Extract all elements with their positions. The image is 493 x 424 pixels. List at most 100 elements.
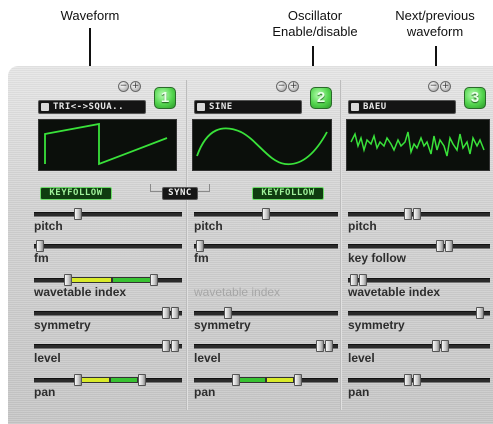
param-label-pitch-3: pitch	[348, 219, 377, 233]
column-divider-1	[186, 80, 188, 410]
waveform-led-3	[351, 103, 359, 111]
slider-pitch-1[interactable]	[34, 208, 182, 220]
param-label-fm-2: fm	[194, 251, 209, 265]
slider-knob-wavetable-hi-1[interactable]	[150, 274, 158, 286]
range-pan-yellow-1	[80, 377, 110, 383]
range-pan-green-2a	[238, 377, 266, 383]
slider-knob-pan-lo-1[interactable]	[74, 374, 82, 386]
param-label-wavetable-index-3: wavetable index	[348, 285, 441, 299]
param-label-key-follow-3: key follow	[348, 251, 407, 265]
waveform-trace-1	[44, 122, 168, 166]
slider-knob-pan-3b[interactable]	[413, 374, 421, 386]
callout-oscillator-enable: Oscillator Enable/disable	[255, 8, 375, 40]
slider-knob-pitch-3a[interactable]	[404, 208, 412, 220]
slider-wavetable-index-1[interactable]	[34, 274, 182, 286]
waveform-trace-3	[350, 131, 485, 157]
next-waveform-button-2[interactable]: +	[288, 81, 299, 92]
slider-pitch-3[interactable]	[348, 208, 490, 220]
param-label-wavetable-index-2: wavetable index	[194, 285, 281, 299]
param-label-fm-1: fm	[34, 251, 49, 265]
slider-knob-symmetry-3[interactable]	[476, 307, 484, 319]
oscillator-enable-button-1[interactable]: 1	[154, 87, 176, 109]
slider-symmetry-3[interactable]	[348, 307, 490, 319]
param-label-wavetable-index-1: wavetable index	[34, 285, 127, 299]
waveform-led-2	[197, 103, 205, 111]
range-pan-yellow-2	[266, 377, 294, 383]
slider-knob-pitch-1[interactable]	[74, 208, 82, 220]
param-label-symmetry-2: symmetry	[194, 318, 251, 332]
slider-knob-level-1a[interactable]	[162, 340, 170, 352]
slider-level-1[interactable]	[34, 340, 182, 352]
waveform-name-1: TRI<->SQUA..	[53, 102, 125, 112]
sync-toggle[interactable]: SYNC	[162, 187, 198, 200]
slider-pan-2[interactable]	[194, 374, 338, 386]
callout-osc-line1: Oscillator	[287, 8, 343, 23]
range-yellow-1	[70, 277, 112, 283]
slider-pan-3[interactable]	[348, 374, 490, 386]
slider-fm-1[interactable]	[34, 240, 182, 252]
slider-knob-pitch-3b[interactable]	[413, 208, 421, 220]
oscillator-enable-button-2[interactable]: 2	[310, 87, 332, 109]
param-label-pan-2: pan	[194, 385, 216, 399]
waveform-display-2	[192, 119, 332, 171]
param-label-pan-1: pan	[34, 385, 56, 399]
waveform-name-2: SINE	[209, 102, 233, 112]
slider-level-2[interactable]	[194, 340, 338, 352]
range-pan-green-1	[110, 377, 138, 383]
oscillator-2: − + 2 SINE SYNC KEYFOLLOW pitch fm wavet…	[150, 66, 342, 424]
slider-knob-key-follow-3b[interactable]	[445, 240, 453, 252]
slider-knob-level-1b[interactable]	[171, 340, 179, 352]
slider-level-3[interactable]	[348, 340, 490, 352]
next-waveform-button-3[interactable]: +	[440, 81, 451, 92]
range-green-1	[112, 277, 152, 283]
slider-knob-symmetry-1a[interactable]	[162, 307, 170, 319]
callout-waveform: Waveform	[60, 8, 120, 23]
slider-knob-level-2a[interactable]	[316, 340, 324, 352]
prev-waveform-button-2[interactable]: −	[276, 81, 287, 92]
slider-knob-key-follow-3a[interactable]	[436, 240, 444, 252]
param-label-pitch-2: pitch	[194, 219, 223, 233]
slider-pan-1[interactable]	[34, 374, 182, 386]
slider-knob-pan-lo-2[interactable]	[232, 374, 240, 386]
oscillator-3: − + 3 BAEU pitch key follow wavetable in…	[344, 66, 493, 424]
param-label-level-3: level	[348, 351, 375, 365]
prev-waveform-button-1[interactable]: −	[118, 81, 129, 92]
waveform-trace-2	[196, 127, 328, 166]
slider-knob-pan-hi-2[interactable]	[294, 374, 302, 386]
slider-pitch-2[interactable]	[194, 208, 338, 220]
slider-key-follow-3[interactable]	[348, 240, 490, 252]
param-label-pan-3: pan	[348, 385, 370, 399]
callout-next-line2: waveform	[406, 24, 464, 39]
slider-knob-level-3a[interactable]	[432, 340, 440, 352]
waveform-selector-2[interactable]: SINE	[194, 100, 302, 114]
waveform-name-3: BAEU	[363, 102, 387, 112]
slider-knob-symmetry-1b[interactable]	[171, 307, 179, 319]
prev-waveform-button-3[interactable]: −	[428, 81, 439, 92]
param-label-level-1: level	[34, 351, 61, 365]
slider-symmetry-1[interactable]	[34, 307, 182, 319]
param-label-pitch-1: pitch	[34, 219, 63, 233]
next-waveform-button-1[interactable]: +	[130, 81, 141, 92]
callout-next-previous: Next/previous waveform	[380, 8, 490, 40]
slider-knob-pitch-2[interactable]	[262, 208, 270, 220]
slider-fm-2[interactable]	[194, 240, 338, 252]
slider-knob-pan-3a[interactable]	[404, 374, 412, 386]
slider-knob-level-3b[interactable]	[441, 340, 449, 352]
param-label-symmetry-3: symmetry	[348, 318, 405, 332]
oscillator-enable-button-3[interactable]: 3	[464, 87, 486, 109]
keyfollow-toggle-2[interactable]: KEYFOLLOW	[252, 187, 324, 200]
waveform-display-1	[38, 119, 177, 171]
waveform-selector-1[interactable]: TRI<->SQUA..	[38, 100, 146, 114]
oscillator-panel: − + 1 TRI<->SQUA.. KEYFOLLOW pitch fm wa	[8, 66, 493, 424]
callout-osc-line2: Enable/disable	[272, 24, 358, 39]
slider-knob-level-2b[interactable]	[325, 340, 333, 352]
waveform-selector-3[interactable]: BAEU	[348, 100, 456, 114]
slider-wavetable-index-3[interactable]	[348, 274, 490, 286]
waveform-led-1	[41, 103, 49, 111]
param-label-symmetry-1: symmetry	[34, 318, 91, 332]
slider-knob-pan-hi-1[interactable]	[138, 374, 146, 386]
keyfollow-toggle-1[interactable]: KEYFOLLOW	[40, 187, 112, 200]
column-divider-2	[340, 80, 342, 410]
slider-symmetry-2[interactable]	[194, 307, 338, 319]
param-label-level-2: level	[194, 351, 221, 365]
